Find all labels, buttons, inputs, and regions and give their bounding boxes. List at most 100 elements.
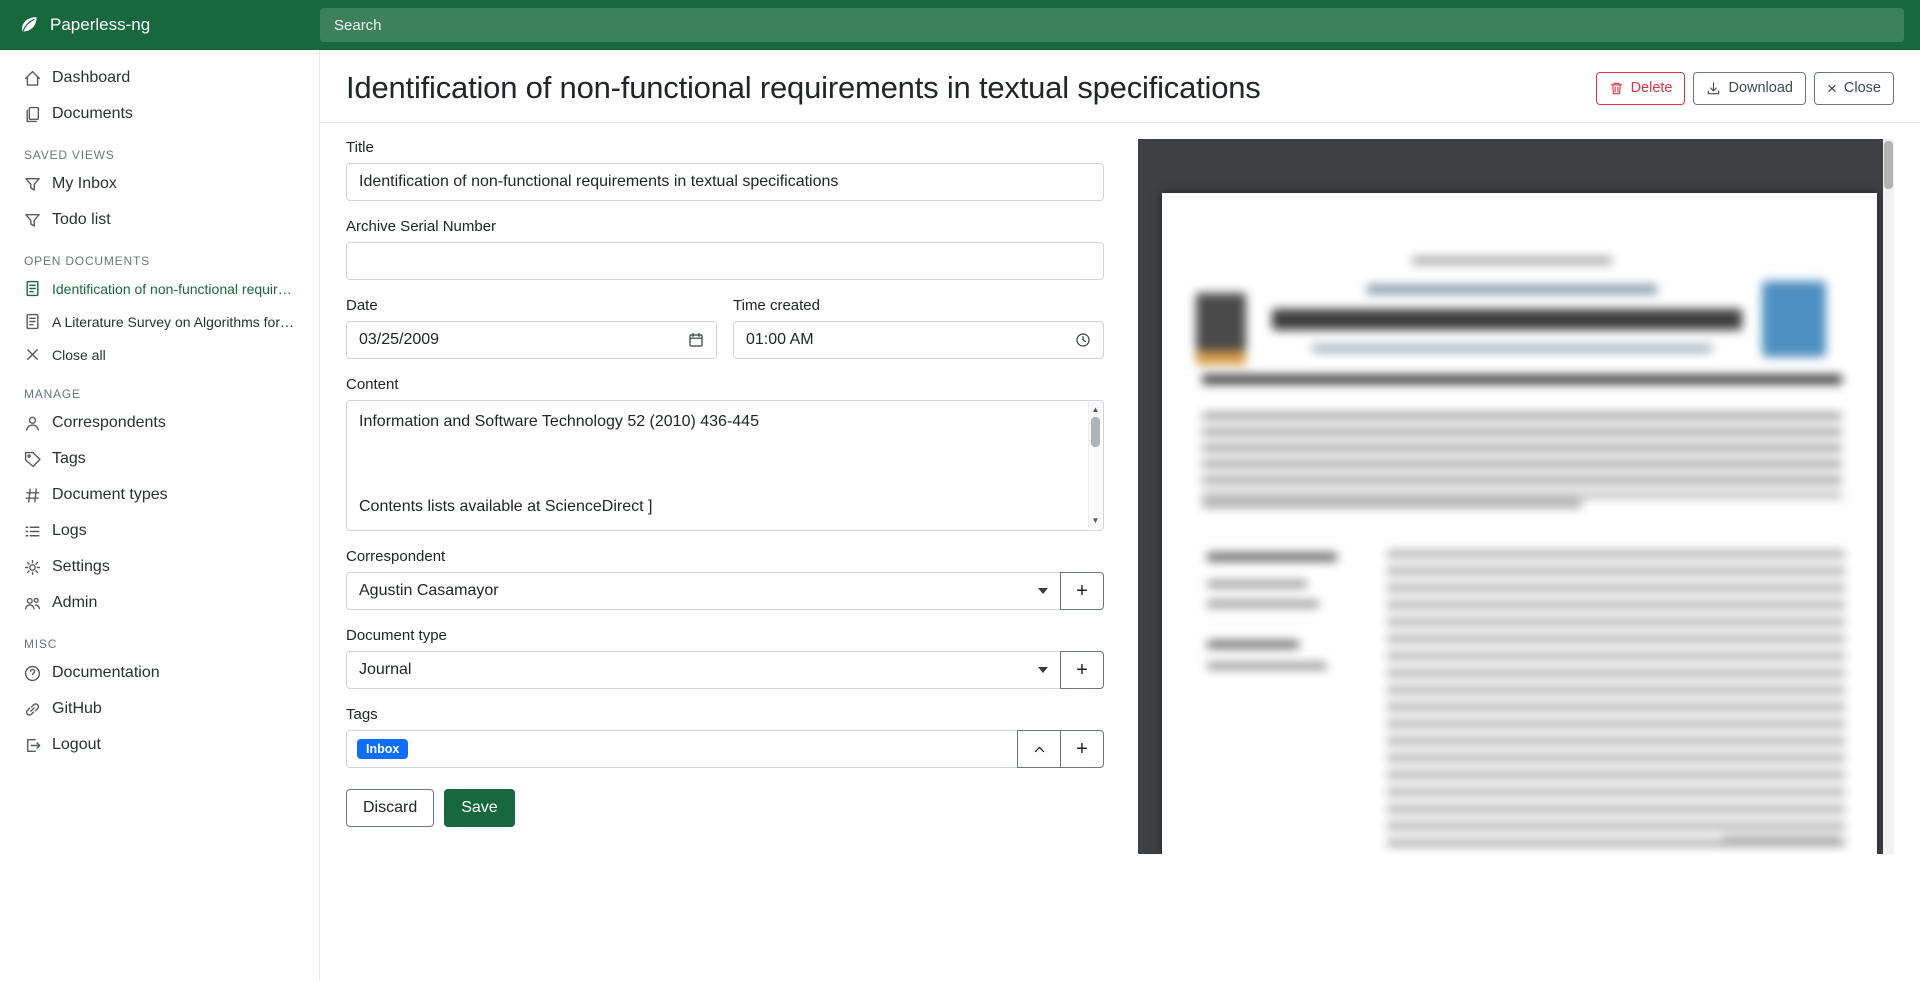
- sidebar-item-documents[interactable]: Documents: [0, 96, 320, 132]
- add-tag-button[interactable]: +: [1060, 730, 1104, 768]
- sidebar-section-manage: MANAGE: [24, 387, 296, 401]
- blurred-line: [1412, 257, 1612, 264]
- blurred-publisher-logo: [1196, 293, 1246, 351]
- document-detail-body: Title Archive Serial Number Date 03/25/2…: [320, 123, 1920, 857]
- blurred-logo-accent: [1196, 351, 1246, 365]
- sidebar-item-tags[interactable]: Tags: [0, 441, 320, 477]
- correspondent-select[interactable]: Agustin Casamayor: [346, 572, 1061, 610]
- blurred-line: [1722, 837, 1842, 843]
- content-line-2: Contents lists available at ScienceDirec…: [359, 495, 652, 519]
- sidebar-item-document-types[interactable]: Document types: [0, 477, 320, 513]
- sidebar-section-saved-views: SAVED VIEWS: [24, 148, 296, 162]
- content-textarea[interactable]: Information and Software Technology 52 (…: [346, 400, 1104, 531]
- funnel-icon: [24, 212, 41, 229]
- sidebar-item-todo-list[interactable]: Todo list: [0, 202, 320, 238]
- date-input[interactable]: 03/25/2009: [346, 321, 717, 359]
- search-input[interactable]: [320, 8, 1904, 42]
- time-created-label: Time created: [733, 297, 1104, 314]
- clock-icon[interactable]: [1075, 332, 1091, 348]
- document-preview: [1138, 139, 1894, 854]
- search-bar: [320, 8, 1920, 42]
- paperless-leaf-logo-icon: [18, 14, 40, 36]
- file-text-icon: [24, 280, 41, 297]
- documents-icon: [24, 106, 41, 123]
- add-document-type-button[interactable]: +: [1060, 651, 1104, 689]
- content-scrollbar[interactable]: ▲ ▼: [1088, 402, 1102, 529]
- document-type-select[interactable]: Journal: [346, 651, 1061, 689]
- sidebar-item-logout[interactable]: Logout: [0, 727, 320, 763]
- save-button[interactable]: Save: [444, 789, 514, 827]
- pdf-page: [1162, 193, 1877, 854]
- delete-button[interactable]: Delete: [1596, 72, 1686, 105]
- close-button[interactable]: × Close: [1814, 72, 1894, 105]
- archive-serial-number-input[interactable]: [346, 242, 1104, 280]
- calendar-icon[interactable]: [688, 332, 704, 348]
- sidebar-item-dashboard[interactable]: Dashboard: [0, 60, 320, 96]
- delete-button-label: Delete: [1631, 80, 1673, 96]
- tag-icon: [24, 451, 41, 468]
- blurred-journal-cover: [1762, 281, 1826, 357]
- tag-badge-inbox[interactable]: Inbox: [357, 739, 408, 760]
- person-icon: [24, 415, 41, 432]
- sidebar-section-misc: MISC: [24, 637, 296, 651]
- document-header: Identification of non-functional require…: [320, 50, 1920, 123]
- document-type-label: Document type: [346, 627, 1104, 644]
- pdf-scrollbar[interactable]: [1883, 139, 1894, 854]
- blurred-divider: [1202, 375, 1842, 384]
- sidebar-item-label: Logs: [52, 522, 296, 540]
- sidebar-item-my-inbox[interactable]: My Inbox: [0, 166, 320, 202]
- sidebar-item-settings[interactable]: Settings: [0, 549, 320, 585]
- sidebar-item-label: Admin: [52, 594, 296, 612]
- main-content: Identification of non-functional require…: [320, 0, 1920, 857]
- title-input[interactable]: [346, 163, 1104, 201]
- document-edit-form: Title Archive Serial Number Date 03/25/2…: [346, 139, 1104, 857]
- blurred-line: [1207, 553, 1337, 561]
- content-label: Content: [346, 376, 1104, 393]
- blurred-line: [1207, 601, 1319, 607]
- sidebar-item-documentation[interactable]: Documentation: [0, 655, 320, 691]
- sidebar-item-admin[interactable]: Admin: [0, 585, 320, 621]
- sidebar-item-label: A Literature Survey on Algorithms for Mu…: [52, 314, 296, 330]
- blurred-line: [1202, 501, 1582, 507]
- pdf-scrollbar-thumb[interactable]: [1884, 141, 1893, 189]
- sidebar-item-label: My Inbox: [52, 175, 296, 193]
- document-type-value: Journal: [359, 661, 411, 679]
- caret-down-icon: [1038, 667, 1048, 673]
- content-line-1: Information and Software Technology 52 (…: [359, 410, 1075, 434]
- pdf-viewer-background: [1138, 139, 1883, 854]
- sidebar: Dashboard Documents SAVED VIEWS My Inbox…: [0, 50, 320, 981]
- sidebar-open-doc-1[interactable]: Identification of non-functional require…: [0, 272, 320, 305]
- sidebar-item-label: GitHub: [52, 700, 296, 718]
- add-correspondent-button[interactable]: +: [1060, 572, 1104, 610]
- gear-icon: [24, 559, 41, 576]
- discard-button[interactable]: Discard: [346, 789, 434, 827]
- date-value: 03/25/2009: [359, 331, 439, 349]
- tags-dropdown-toggle-button[interactable]: [1017, 730, 1061, 768]
- sidebar-open-doc-2[interactable]: A Literature Survey on Algorithms for Mu…: [0, 305, 320, 338]
- scroll-down-arrow-icon[interactable]: ▼: [1089, 515, 1102, 527]
- sidebar-item-close-all[interactable]: Close all: [0, 338, 320, 371]
- time-created-input[interactable]: 01:00 AM: [733, 321, 1104, 359]
- sidebar-item-logs[interactable]: Logs: [0, 513, 320, 549]
- date-label: Date: [346, 297, 717, 314]
- sidebar-item-label: Documentation: [52, 664, 296, 682]
- close-icon: ×: [1827, 80, 1837, 97]
- blurred-text-block: [1387, 551, 1845, 847]
- scroll-up-arrow-icon[interactable]: ▲: [1089, 404, 1102, 416]
- sidebar-item-label: Documents: [52, 105, 296, 123]
- top-navbar: Paperless-ng: [0, 0, 1920, 50]
- sidebar-item-label: Identification of non-functional require…: [52, 281, 296, 297]
- content-scrollbar-thumb[interactable]: [1091, 417, 1100, 447]
- blurred-line: [1207, 663, 1327, 669]
- sidebar-item-github[interactable]: GitHub: [0, 691, 320, 727]
- sidebar-item-correspondents[interactable]: Correspondents: [0, 405, 320, 441]
- caret-down-icon: [1038, 588, 1048, 594]
- tags-input[interactable]: Inbox: [346, 730, 1018, 768]
- caret-up-icon: [1033, 743, 1046, 756]
- download-button[interactable]: Download: [1693, 72, 1806, 105]
- blurred-line: [1207, 581, 1307, 587]
- sidebar-section-open-documents: OPEN DOCUMENTS: [24, 254, 296, 268]
- list-icon: [24, 523, 41, 540]
- brand[interactable]: Paperless-ng: [0, 14, 320, 36]
- blurred-line: [1367, 285, 1657, 294]
